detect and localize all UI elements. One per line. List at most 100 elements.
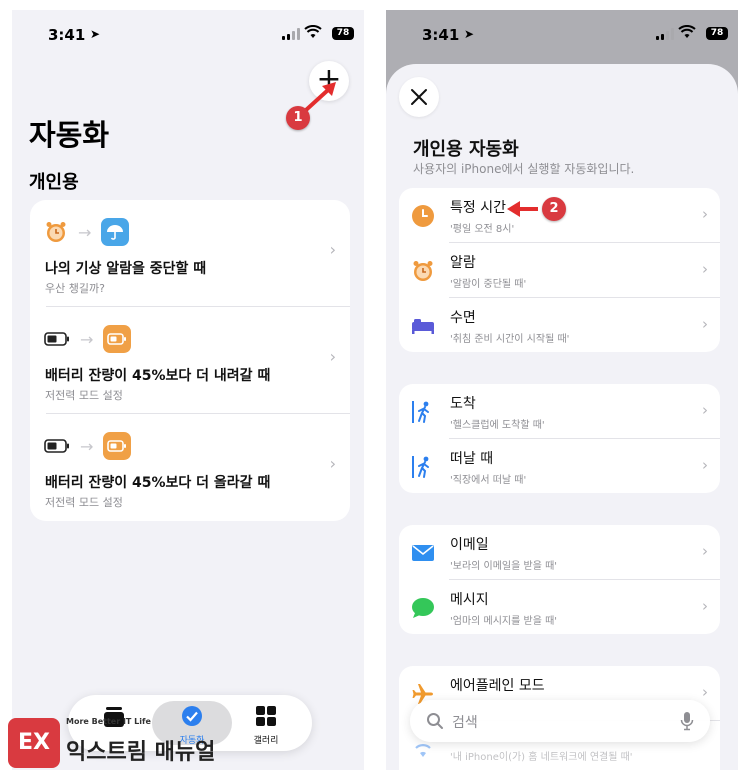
trigger-name: 이메일: [450, 537, 489, 553]
trigger-subtitle: '헬스클럽에 도착할 때': [450, 420, 545, 431]
alarm-clock-icon: [413, 261, 433, 281]
trigger-subtitle: '평일 오전 8시': [450, 224, 515, 235]
location-arrow-icon: ➤: [90, 27, 101, 41]
watermark-logo: EX: [8, 718, 60, 768]
automation-list: → 나의 기상 알람을 중단할 때 우산 챙길까? › → 배터리 잔량이 45…: [30, 200, 350, 521]
automation-flow: →: [44, 432, 132, 460]
bed-icon: [412, 319, 434, 334]
automation-screen: 3:41 ➤ 78 + 1 자동화 개인용 → 나의 기상 알람을 중단할 때 …: [12, 10, 364, 770]
automation-name: 배터리 잔량이 45%보다 더 내려갈 때: [45, 368, 271, 384]
section-title: 개인용: [29, 172, 79, 193]
sheet-subtitle: 사용자의 iPhone에서 실행할 자동화입니다.: [413, 162, 635, 176]
chevron-right-icon: ›: [702, 205, 708, 223]
trigger-leave[interactable]: 떠날 때 '직장에서 떠날 때' ›: [399, 439, 720, 493]
mail-icon: [412, 545, 434, 561]
personal-automation-sheet: 개인용 자동화 사용자의 iPhone에서 실행할 자동화입니다. 특정 시간 …: [386, 64, 738, 770]
step-marker-2: 2: [542, 197, 566, 221]
trigger-arrive[interactable]: 도착 '헬스클럽에 도착할 때' ›: [399, 384, 720, 439]
search-icon: [427, 713, 443, 729]
wifi-icon: [678, 25, 696, 38]
clock-icon: [412, 205, 434, 227]
sheet-title: 개인용 자동화: [413, 139, 519, 160]
battery-indicator: 78: [332, 27, 354, 40]
chevron-right-icon: ›: [702, 456, 708, 474]
status-bar: 3:41 ➤ 78: [12, 10, 364, 60]
gallery-grid-icon: [256, 706, 276, 726]
chevron-right-icon: ›: [329, 454, 336, 473]
new-automation-screen: 3:41 ➤ 78 개인용 자동화 사용자의 iPhone에서 실행할 자동화입…: [386, 10, 738, 770]
automation-row[interactable]: → 나의 기상 알람을 중단할 때 우산 챙길까? ›: [30, 200, 350, 307]
trigger-name: 특정 시간: [450, 200, 506, 216]
flow-arrow-icon: →: [80, 329, 94, 349]
watermark-tagline: More Better IT Life: [66, 717, 151, 726]
search-bar[interactable]: 검색: [410, 700, 710, 742]
flow-arrow-icon: →: [78, 222, 92, 242]
cellular-signal-icon: [656, 28, 674, 40]
tab-gallery[interactable]: 갤러리: [226, 701, 306, 746]
cellular-signal-icon: [282, 28, 300, 40]
alarm-clock-icon: [46, 222, 66, 242]
wifi-icon: [304, 25, 322, 38]
automation-subtitle: 저전력 모드 설정: [45, 389, 123, 402]
trigger-email[interactable]: 이메일 '보라의 이메일을 받을 때' ›: [399, 525, 720, 580]
battery-low-icon: [44, 332, 69, 346]
status-time: 3:41: [422, 26, 460, 44]
chevron-right-icon: ›: [702, 542, 708, 560]
chevron-right-icon: ›: [702, 260, 708, 278]
flow-arrow-icon: →: [80, 436, 94, 456]
trigger-name: 떠날 때: [450, 451, 494, 467]
automation-subtitle: 우산 챙길까?: [45, 282, 105, 295]
chevron-right-icon: ›: [702, 683, 708, 701]
watermark-name: 익스트림 매뉴얼: [66, 740, 216, 765]
walk-arrive-icon: [412, 401, 429, 423]
trigger-name: 알람: [450, 255, 476, 271]
status-time: 3:41: [48, 26, 86, 44]
trigger-name: 수면: [450, 310, 476, 326]
microphone-icon[interactable]: [680, 711, 694, 731]
message-icon: [412, 598, 434, 618]
tab-gallery-label: 갤러리: [253, 736, 279, 746]
chevron-right-icon: ›: [702, 401, 708, 419]
annotation-arrow: [507, 201, 538, 217]
automation-subtitle: 저전력 모드 설정: [45, 496, 123, 509]
chevron-right-icon: ›: [329, 240, 336, 259]
chevron-right-icon: ›: [702, 597, 708, 615]
site-watermark: EX More Better IT Life 익스트림 매뉴얼: [8, 716, 215, 772]
screenshot-composite: 3:41 ➤ 78 + 1 자동화 개인용 → 나의 기상 알람을 중단할 때 …: [0, 0, 750, 780]
automation-flow: →: [44, 218, 130, 246]
trigger-subtitle: '보라의 이메일을 받을 때': [450, 561, 558, 572]
trigger-subtitle: '내 iPhone이(가) 홈 네트워크에 연결될 때': [450, 752, 633, 763]
status-bar: 3:41 ➤ 78: [386, 10, 738, 60]
automation-row[interactable]: → 배터리 잔량이 45%보다 더 내려갈 때 저전력 모드 설정 ›: [30, 307, 350, 414]
trigger-group-communication: 이메일 '보라의 이메일을 받을 때' › 메시지 '엄마의 메시지를 받을 때…: [399, 525, 720, 634]
chevron-right-icon: ›: [329, 347, 336, 366]
trigger-group-location: 도착 '헬스클럽에 도착할 때' › 떠날 때 '직장에서 떠날 때' ›: [399, 384, 720, 493]
trigger-alarm[interactable]: 알람 '알람이 중단될 때' ›: [399, 243, 720, 298]
automation-name: 나의 기상 알람을 중단할 때: [45, 261, 207, 277]
trigger-message[interactable]: 메시지 '엄마의 메시지를 받을 때' ›: [399, 580, 720, 634]
walk-leave-icon: [412, 456, 429, 478]
low-power-mode-icon: [103, 432, 132, 460]
trigger-sleep[interactable]: 수면 '취침 준비 시간이 시작될 때' ›: [399, 298, 720, 352]
low-power-mode-icon: [103, 325, 132, 353]
battery-low-icon: [44, 439, 69, 453]
automation-row[interactable]: → 배터리 잔량이 45%보다 더 올라갈 때 저전력 모드 설정 ›: [30, 414, 350, 521]
location-arrow-icon: ➤: [464, 27, 475, 41]
trigger-subtitle: '알람이 중단될 때': [450, 279, 527, 290]
page-title: 자동화: [29, 118, 110, 152]
close-icon: [411, 89, 427, 105]
trigger-name: 에어플레인 모드: [450, 678, 545, 694]
automation-name: 배터리 잔량이 45%보다 더 올라갈 때: [45, 475, 271, 491]
trigger-subtitle: '직장에서 떠날 때': [450, 475, 527, 486]
chevron-right-icon: ›: [702, 315, 708, 333]
trigger-name: 도착: [450, 396, 476, 412]
umbrella-icon: [101, 218, 130, 246]
search-placeholder: 검색: [452, 715, 478, 731]
automation-flow: →: [44, 325, 132, 353]
step-marker-1: 1: [286, 106, 310, 130]
battery-indicator: 78: [706, 27, 728, 40]
trigger-name: 메시지: [450, 592, 489, 608]
trigger-subtitle: '취침 준비 시간이 시작될 때': [450, 334, 570, 345]
close-button[interactable]: [399, 77, 439, 117]
trigger-subtitle: '엄마의 메시지를 받을 때': [450, 616, 558, 627]
